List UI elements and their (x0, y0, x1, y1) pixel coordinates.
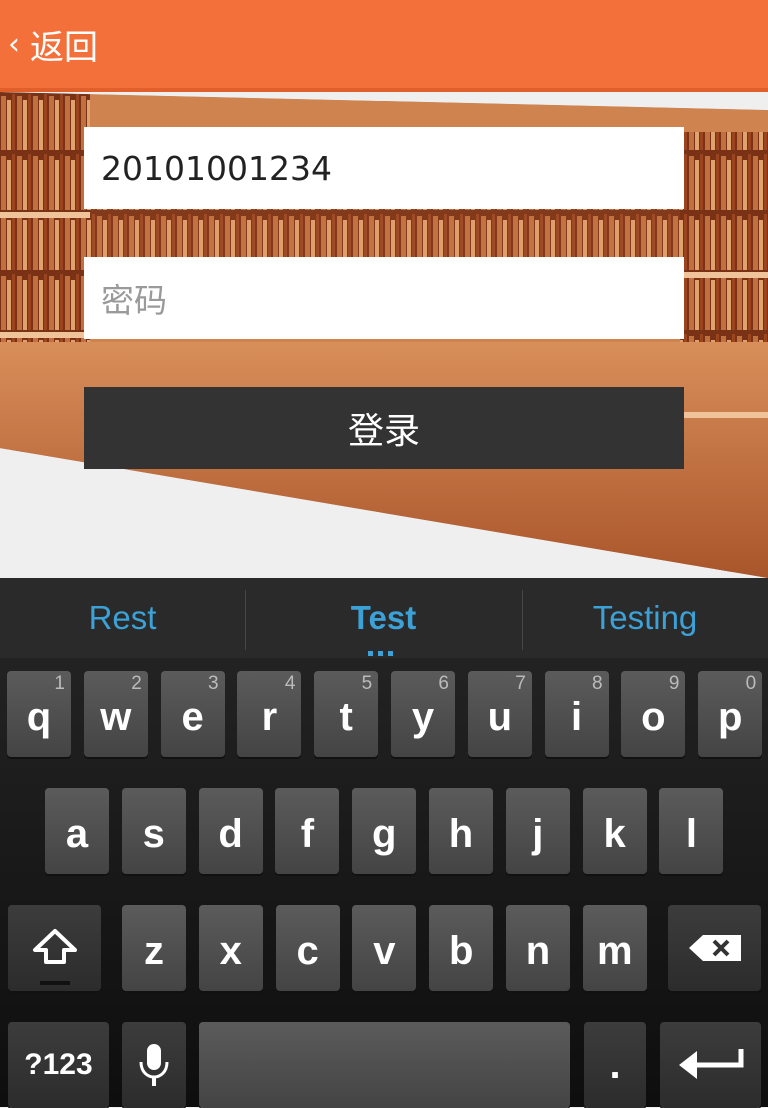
voice-input-key[interactable] (122, 1022, 186, 1108)
key-label: u (487, 694, 513, 739)
key-label: t (339, 694, 353, 739)
key-o[interactable]: o9 (621, 671, 686, 757)
key-d[interactable]: d (198, 788, 263, 874)
key-number-hint: 3 (208, 673, 219, 694)
key-number-hint: 8 (592, 673, 603, 694)
key-number-hint: 9 (668, 673, 680, 694)
login-button[interactable]: 登录 (84, 387, 684, 469)
suggestion-divider (245, 590, 246, 650)
key-number-hint: 1 (54, 673, 65, 694)
key-number-hint: 2 (131, 673, 142, 694)
enter-icon (678, 1049, 743, 1079)
key-j[interactable]: j (505, 788, 570, 874)
backspace-icon (688, 935, 741, 961)
key-w[interactable]: w2 (83, 671, 148, 757)
suggestion-item[interactable]: Rest (0, 578, 245, 658)
key-label: j (532, 811, 544, 856)
key-c[interactable]: c (275, 905, 340, 991)
key-f[interactable]: f (275, 788, 340, 874)
more-suggestions-indicator (368, 651, 398, 656)
key-v[interactable]: v (352, 905, 417, 991)
password-field[interactable]: 密码 (84, 257, 684, 339)
key-label: v (373, 928, 396, 973)
suggestion-divider (522, 590, 523, 650)
key-q[interactable]: q1 (7, 671, 71, 757)
student-id-field[interactable]: 20101001234 (84, 127, 684, 209)
key-label: e (181, 694, 204, 739)
key-label: y (411, 694, 435, 739)
backspace-key[interactable] (668, 905, 761, 991)
key-number-hint: 4 (284, 673, 296, 694)
microphone-icon (139, 1044, 169, 1086)
key-label: w (100, 694, 132, 739)
key-u[interactable]: u7 (467, 671, 532, 757)
period-key[interactable]: . (584, 1022, 646, 1108)
key-p[interactable]: p0 (698, 671, 763, 757)
key-label: p (717, 694, 743, 739)
key-label: h (448, 811, 474, 856)
back-label: 返回 (30, 27, 98, 68)
space-key[interactable] (199, 1022, 570, 1108)
key-i[interactable]: i8 (544, 671, 609, 757)
key-r[interactable]: r4 (237, 671, 302, 757)
key-a[interactable]: a (45, 788, 109, 874)
shift-key[interactable] (8, 905, 101, 991)
key-label: m (597, 928, 633, 973)
key-label: g (371, 811, 397, 856)
key-t[interactable]: t5 (314, 671, 379, 757)
key-label: c (296, 928, 319, 973)
key-number-hint: 6 (438, 673, 449, 694)
key-label: l (685, 811, 697, 856)
key-n[interactable]: n (506, 905, 570, 991)
login-button-label: 登录 (347, 411, 420, 452)
key-label: d (218, 811, 243, 856)
student-id-value: 20101001234 (101, 148, 332, 188)
key-number-hint: 7 (515, 673, 526, 694)
key-number-hint: 5 (361, 673, 373, 694)
key-y[interactable]: y6 (391, 671, 455, 757)
key-m[interactable]: m (582, 905, 647, 991)
key-label: z (144, 928, 164, 973)
key-label: b (448, 928, 474, 973)
key-number-hint: 0 (745, 673, 757, 694)
back-button[interactable]: ‹ 返回 (8, 20, 98, 69)
key-label: q (26, 694, 52, 739)
suggestion-strip: Rest Test Testing (0, 578, 768, 658)
key-label: f (300, 811, 315, 856)
period-key-label: . (609, 1042, 621, 1087)
key-x[interactable]: x (198, 905, 263, 991)
soft-keyboard: Rest Test Testing ?123 . q 1 w 2 e 3 r 4… (0, 578, 768, 1108)
key-label: s (142, 811, 165, 856)
key-z[interactable]: z (122, 905, 186, 991)
suggestion-item[interactable]: Testing (522, 578, 768, 658)
key-label: x (219, 928, 242, 973)
key-label: a (65, 811, 89, 856)
key-label: n (525, 928, 551, 973)
chevron-left-icon: ‹ (8, 26, 20, 62)
key-h[interactable]: h (429, 788, 493, 874)
key-g[interactable]: g (352, 788, 417, 874)
key-b[interactable]: b (429, 905, 494, 991)
symbols-key[interactable]: ?123 (8, 1022, 109, 1108)
enter-key[interactable] (660, 1022, 761, 1108)
symbols-key-label: ?123 (24, 1048, 93, 1081)
key-label: o (641, 694, 666, 739)
suggestion-item-primary[interactable]: Test (245, 578, 522, 658)
key-label: k (603, 811, 626, 856)
key-e[interactable]: e3 (160, 671, 225, 757)
key-k[interactable]: k (582, 788, 647, 874)
password-placeholder: 密码 (101, 281, 167, 320)
shift-icon (32, 929, 77, 964)
key-label: i (571, 694, 583, 739)
key-s[interactable]: s (121, 788, 186, 874)
key-l[interactable]: l (659, 788, 724, 874)
key-label: r (261, 694, 278, 739)
app-header: ‹ 返回 (0, 0, 768, 92)
